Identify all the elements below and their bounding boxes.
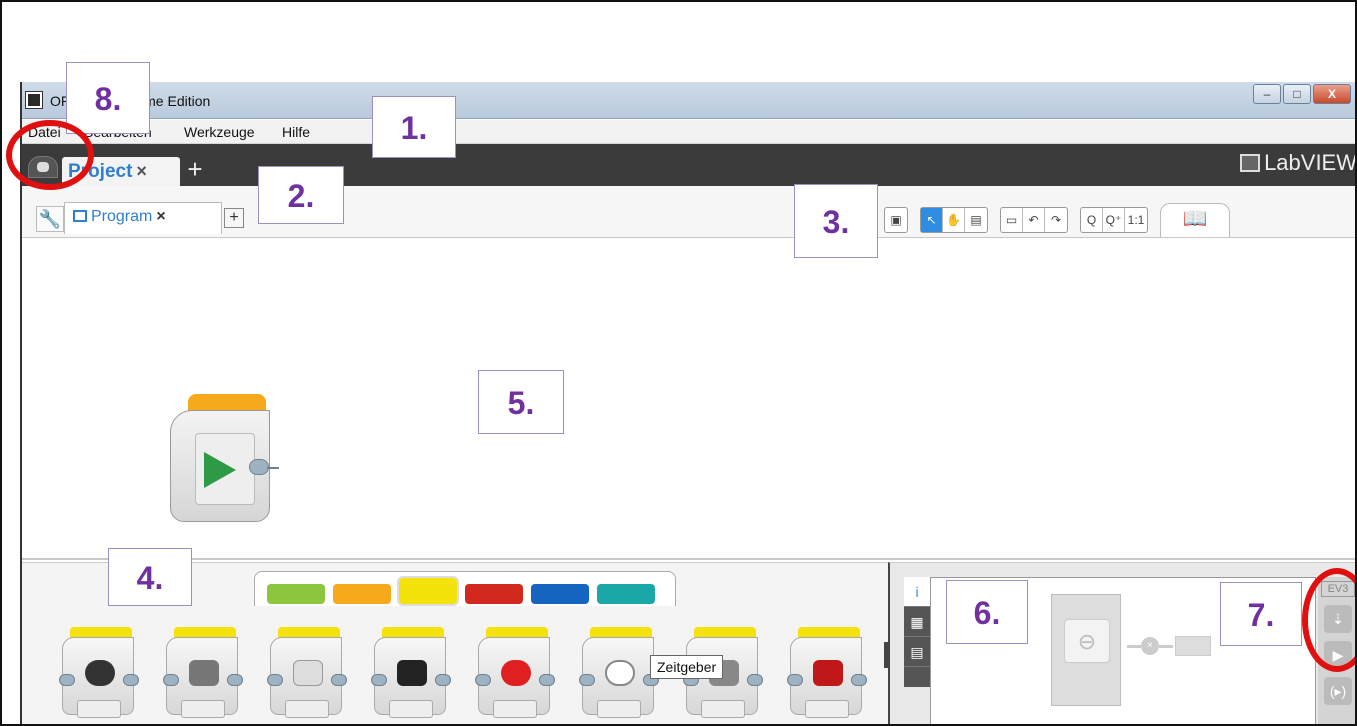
infrared-sensor-block[interactable] bbox=[371, 627, 478, 719]
color-sensor-block[interactable] bbox=[163, 627, 270, 719]
play-icon bbox=[204, 452, 236, 488]
labview-icon bbox=[1240, 154, 1261, 172]
annotation-6: 6. bbox=[946, 580, 1028, 644]
palette-tab-sensor[interactable] bbox=[397, 576, 459, 606]
close-button[interactable]: X bbox=[1313, 84, 1351, 104]
ultrasonic-sensor-icon bbox=[813, 660, 843, 686]
toolbar-group-zoom: Q Q⁺ 1:1 bbox=[1080, 207, 1148, 233]
infrared-sensor-icon bbox=[397, 660, 427, 686]
timer-icon bbox=[605, 660, 635, 686]
ir-remote-block[interactable] bbox=[475, 627, 582, 719]
labview-logo: LabVIEW bbox=[1240, 150, 1357, 176]
palette-tab-myblocks[interactable] bbox=[597, 584, 655, 604]
figure-frame: ORMS EV3 Home Edition – □ X Datei Bearbe… bbox=[0, 0, 1357, 726]
start-block-body bbox=[170, 410, 279, 522]
palette-tab-advanced[interactable] bbox=[531, 584, 589, 604]
select-tool-icon[interactable]: ↖ bbox=[921, 208, 943, 232]
programming-canvas[interactable] bbox=[22, 238, 1355, 560]
annotation-4: 4. bbox=[108, 548, 192, 606]
remote-beacon-icon bbox=[501, 660, 531, 686]
content-book-icon[interactable]: 📖 bbox=[1160, 203, 1230, 237]
menu-bar: Datei Bearbeiten Werkzeuge Hilfe bbox=[22, 120, 1355, 144]
brick-info-tab-icon[interactable]: i bbox=[904, 577, 930, 607]
ev3-window: ORMS EV3 Home Edition – □ X Datei Bearbe… bbox=[20, 82, 1357, 724]
zoom-in-icon[interactable]: Q⁺ bbox=[1103, 208, 1125, 232]
minimize-button[interactable]: – bbox=[1253, 84, 1281, 104]
gyro-sensor-block[interactable] bbox=[267, 627, 374, 719]
comment-tool-icon[interactable]: ▤ bbox=[965, 208, 987, 232]
add-project-button[interactable]: + bbox=[182, 156, 208, 183]
program-tab-label: Program bbox=[91, 208, 153, 225]
project-bar: Project × + LabVIEW bbox=[22, 144, 1357, 186]
palette-tabs bbox=[254, 571, 676, 606]
add-program-button[interactable]: + bbox=[224, 208, 244, 228]
zoom-out-icon[interactable]: Q bbox=[1081, 208, 1103, 232]
run-selected-icon[interactable]: (▸) bbox=[1324, 677, 1352, 705]
port-view-tab-icon[interactable]: ▦ bbox=[904, 607, 930, 637]
window-controls: – □ X bbox=[1251, 84, 1351, 104]
start-block-face bbox=[195, 433, 255, 505]
sequence-plug-icon[interactable] bbox=[249, 459, 269, 475]
program-close-icon[interactable]: × bbox=[156, 208, 165, 225]
hardware-tabs: i ▦ ▤ bbox=[904, 577, 930, 687]
zoom-reset-icon[interactable]: 1:1 bbox=[1125, 208, 1147, 232]
palette-blocks bbox=[59, 627, 894, 719]
brick-buttons-icon bbox=[85, 660, 115, 686]
annotation-1: 1. bbox=[372, 96, 456, 158]
color-sensor-icon bbox=[189, 660, 219, 686]
toolbar-group-content: ▣ bbox=[884, 207, 908, 233]
pan-tool-icon[interactable]: ✋ bbox=[943, 208, 965, 232]
brick-screen-icon: ⊖ bbox=[1064, 619, 1110, 663]
toolbar-group-edit: ▭ ↶ ↷ bbox=[1000, 207, 1068, 233]
available-bricks-tab-icon[interactable]: ▤ bbox=[904, 637, 930, 667]
program-icon bbox=[73, 210, 87, 222]
menu-hilfe[interactable]: Hilfe bbox=[282, 124, 310, 140]
undo-icon[interactable]: ↶ bbox=[1023, 208, 1045, 232]
project-close-icon[interactable]: × bbox=[136, 161, 147, 181]
palette-tab-flow[interactable] bbox=[333, 584, 391, 604]
toolbar: ▣ ↖ ✋ ▤ ▭ ↶ ↷ Q Q⁺ 1:1 📖 bbox=[884, 202, 1230, 238]
annotation-3: 3. bbox=[794, 184, 878, 258]
sequence-wire bbox=[267, 467, 279, 469]
annotation-2: 2. bbox=[258, 166, 344, 224]
tooltip: Zeitgeber bbox=[650, 655, 724, 679]
highlight-circle-file-menu bbox=[6, 120, 94, 190]
app-icon bbox=[25, 91, 43, 109]
brick-buttons-block[interactable] bbox=[59, 627, 166, 719]
program-bar: 🔧 Program × + ▣ ↖ ✋ ▤ ▭ ↶ ↷ Q Q⁺ 1:1 📖 bbox=[22, 186, 1355, 238]
start-block[interactable] bbox=[170, 394, 279, 522]
ultrasonic-sensor-block[interactable] bbox=[787, 627, 894, 719]
save-icon[interactable]: ▭ bbox=[1001, 208, 1023, 232]
tab-program[interactable]: Program × bbox=[64, 202, 222, 234]
title-bar: ORMS EV3 Home Edition – □ X bbox=[22, 82, 1355, 119]
palette-tab-action[interactable] bbox=[267, 584, 325, 604]
toolbar-group-tools: ↖ ✋ ▤ bbox=[920, 207, 988, 233]
content-editor-icon[interactable]: ▣ bbox=[885, 208, 907, 232]
labview-text: LabVIEW bbox=[1264, 150, 1357, 175]
annotation-7: 7. bbox=[1220, 582, 1302, 646]
palette-tab-data[interactable] bbox=[465, 584, 523, 604]
gyro-sensor-icon bbox=[293, 660, 323, 686]
annotation-8: 8. bbox=[66, 62, 150, 134]
menu-werkzeuge[interactable]: Werkzeuge bbox=[184, 124, 255, 140]
ev3-brick-image: ⊖ bbox=[1051, 594, 1121, 706]
redo-icon[interactable]: ↷ bbox=[1045, 208, 1067, 232]
annotation-5: 5. bbox=[478, 370, 564, 434]
maximize-button[interactable]: □ bbox=[1283, 84, 1311, 104]
project-properties-wrench-icon[interactable]: 🔧 bbox=[36, 206, 64, 232]
usb-connection-icon: × bbox=[1127, 636, 1211, 656]
